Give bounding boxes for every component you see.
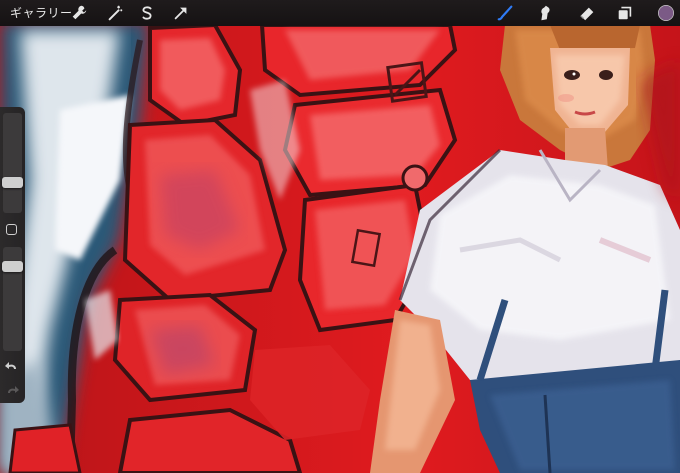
gallery-button[interactable]: ギャラリー	[10, 0, 73, 26]
smudge-icon[interactable]	[534, 2, 556, 24]
modify-button[interactable]	[6, 224, 17, 235]
magic-wand-icon[interactable]	[104, 2, 126, 24]
transform-arrow-icon[interactable]	[170, 2, 192, 24]
brush-size-thumb[interactable]	[2, 177, 23, 189]
color-swatch[interactable]	[655, 2, 677, 24]
left-sidebar	[0, 107, 25, 403]
undo-icon[interactable]	[4, 359, 20, 375]
redo-icon[interactable]	[4, 383, 20, 399]
brush-size-slider[interactable]	[3, 113, 22, 213]
opacity-thumb[interactable]	[2, 260, 23, 272]
brush-icon[interactable]	[494, 2, 516, 24]
wrench-icon[interactable]	[68, 2, 90, 24]
painting-canvas[interactable]	[0, 0, 680, 473]
eraser-icon[interactable]	[576, 2, 598, 24]
top-toolbar: ギャラリー	[0, 0, 680, 26]
selection-s-icon[interactable]	[136, 2, 158, 24]
layers-icon[interactable]	[614, 2, 636, 24]
